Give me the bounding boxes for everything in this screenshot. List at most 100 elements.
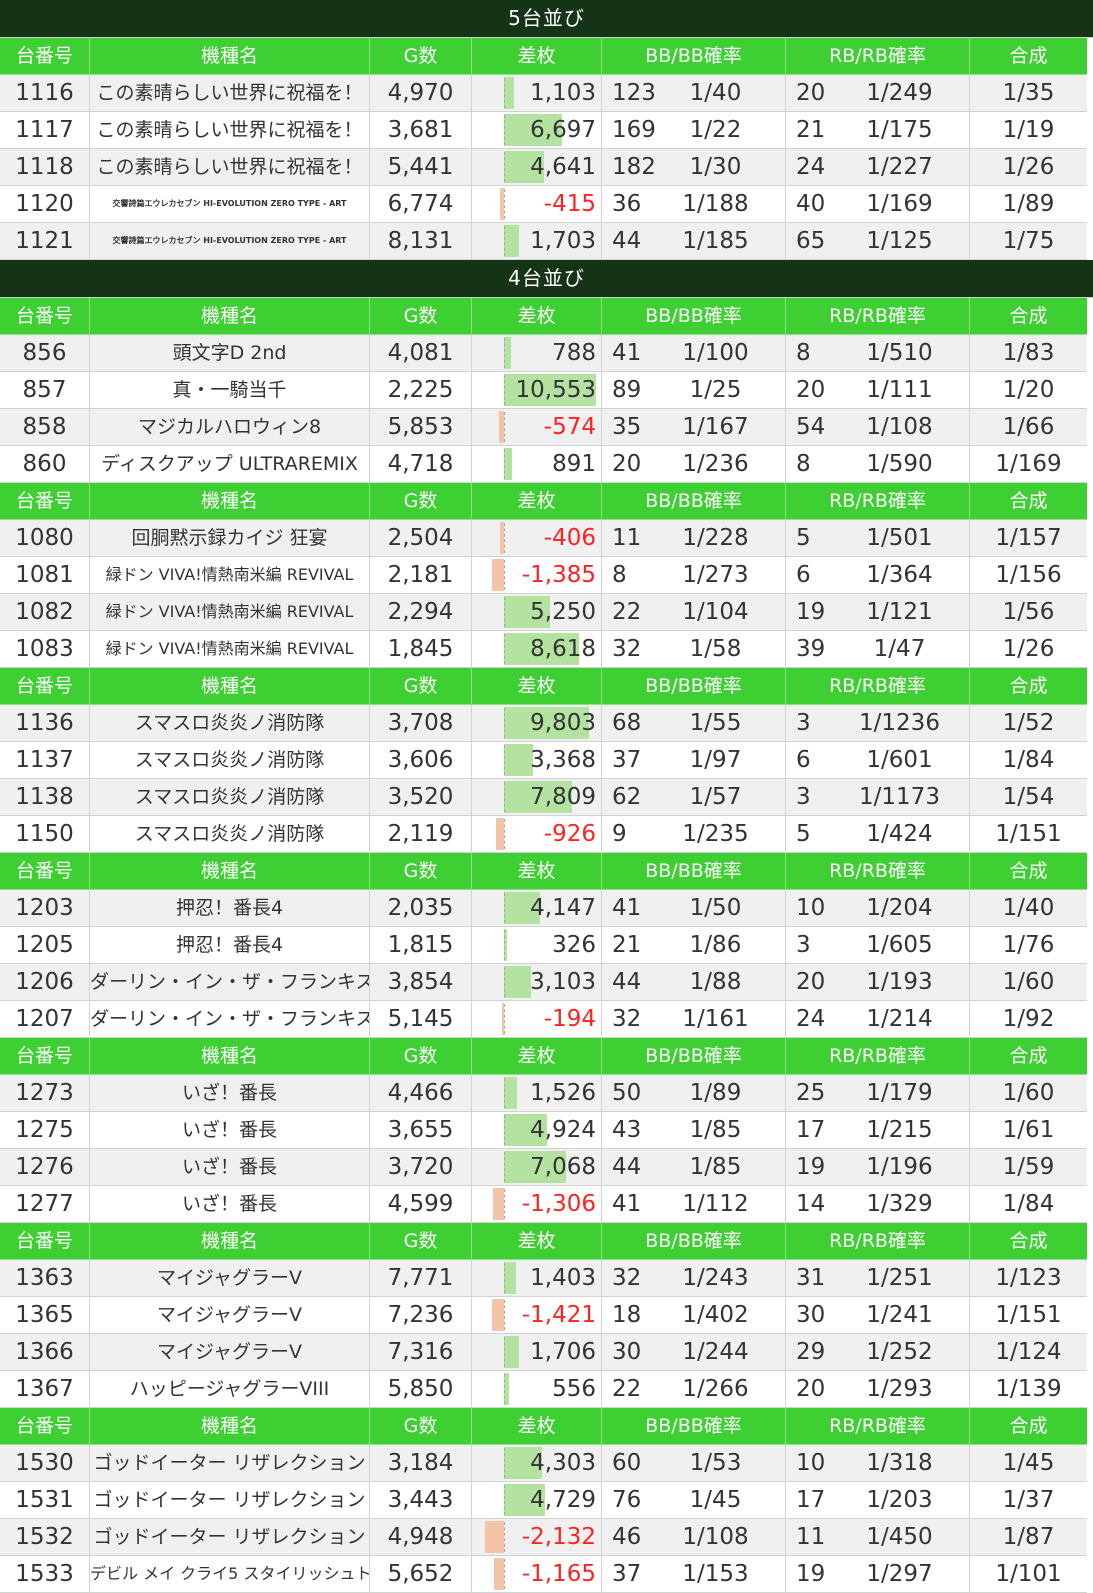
combined-probability: 1/52 xyxy=(970,705,1087,742)
game-count: 2,181 xyxy=(370,557,472,594)
diff-axis xyxy=(504,375,505,405)
rb-probability: 1/424 xyxy=(866,821,933,847)
diff-value: 9,803 xyxy=(530,710,596,736)
header-total: 合成 xyxy=(970,483,1087,520)
header-bb: BB/BB確率 xyxy=(602,1223,786,1260)
machine-name: ゴッドイーター リザレクション xyxy=(90,1519,370,1556)
bb-cell: 50 1/89 xyxy=(602,1075,786,1112)
rb-probability: 1/297 xyxy=(866,1561,933,1587)
rb-cell: 10 1/318 xyxy=(786,1445,970,1482)
game-count: 4,718 xyxy=(370,446,472,483)
diff-axis xyxy=(504,745,505,775)
diff-axis xyxy=(504,1448,505,1478)
rb-count: 10 xyxy=(796,1450,826,1476)
rb-cell: 19 1/297 xyxy=(786,1556,970,1593)
table-row: 1081 緑ドン VIVA!情熱南米編 REVIVAL 2,181 -1,385 8 1/… xyxy=(0,557,1093,594)
rb-count: 20 xyxy=(796,969,826,995)
diff-cell: 1,706 xyxy=(472,1334,602,1371)
rb-count: 3 xyxy=(796,784,811,810)
table-row: 1363 マイジャグラーV 7,771 1,403 32 1/243 31 1/251 1/12… xyxy=(0,1260,1093,1297)
machine-name: この素晴らしい世界に祝福を！ xyxy=(90,75,370,112)
bb-cell: 37 1/153 xyxy=(602,1556,786,1593)
diff-value: 7,068 xyxy=(530,1154,596,1180)
diff-cell: 1,526 xyxy=(472,1075,602,1112)
table-row: 1207 ダーリン・イン・ザ・フランキス 5,145 -194 32 1/161 24 1/2… xyxy=(0,1001,1093,1038)
diff-value: 4,924 xyxy=(530,1117,596,1143)
bb-cell: 21 1/86 xyxy=(602,927,786,964)
machine-name: ディスクアップ ULTRAREMIX xyxy=(90,446,370,483)
header-rb: RB/RB確率 xyxy=(786,298,970,335)
diff-axis xyxy=(504,819,505,849)
bb-probability: 1/89 xyxy=(689,1080,742,1106)
diff-axis xyxy=(504,115,505,145)
combined-probability: 1/26 xyxy=(970,631,1087,668)
header-diff: 差枚 xyxy=(472,38,602,75)
diff-value: 4,147 xyxy=(530,895,596,921)
bb-cell: 32 1/58 xyxy=(602,631,786,668)
diff-bar xyxy=(485,1521,504,1553)
game-count: 6,774 xyxy=(370,186,472,223)
diff-value: 326 xyxy=(552,932,596,958)
bb-count: 68 xyxy=(612,710,642,736)
diff-value: -574 xyxy=(543,414,596,440)
header-name: 機種名 xyxy=(90,1408,370,1445)
machine-name: いざ！番長 xyxy=(90,1112,370,1149)
table-row: 856 頭文字D 2nd 4,081 788 41 1/100 8 1/510 1/83 xyxy=(0,335,1093,372)
diff-cell: -2,132 xyxy=(472,1519,602,1556)
header-name: 機種名 xyxy=(90,298,370,335)
rb-cell: 20 1/293 xyxy=(786,1371,970,1408)
bb-probability: 1/85 xyxy=(689,1154,742,1180)
diff-axis xyxy=(504,1004,505,1034)
rb-probability: 1/329 xyxy=(866,1191,933,1217)
game-count: 3,520 xyxy=(370,779,472,816)
diff-value: 4,729 xyxy=(530,1487,596,1513)
rb-cell: 8 1/510 xyxy=(786,335,970,372)
machine-name: マジカルハロウィン8 xyxy=(90,409,370,446)
rb-probability: 1/501 xyxy=(866,525,933,551)
table-row: 1205 押忍！番長4 1,815 326 21 1/86 3 1/605 1/76 xyxy=(0,927,1093,964)
diff-cell: 6,697 xyxy=(472,112,602,149)
machine-number: 1120 xyxy=(0,186,90,223)
combined-probability: 1/19 xyxy=(970,112,1087,149)
rb-cell: 20 1/249 xyxy=(786,75,970,112)
rb-count: 19 xyxy=(796,1561,826,1587)
diff-axis xyxy=(504,1189,505,1219)
column-header-row: 台番号 機種名 G数 差枚 BB/BB確率 RB/RB確率 合成 xyxy=(0,1223,1093,1260)
combined-probability: 1/89 xyxy=(970,186,1087,223)
header-games: G数 xyxy=(370,1038,472,1075)
diff-cell: 3,103 xyxy=(472,964,602,1001)
rb-cell: 24 1/227 xyxy=(786,149,970,186)
diff-cell: 556 xyxy=(472,1371,602,1408)
bb-cell: 46 1/108 xyxy=(602,1519,786,1556)
header-diff: 差枚 xyxy=(472,1408,602,1445)
machine-name: スマスロ炎炎ノ消防隊 xyxy=(90,816,370,853)
combined-probability: 1/60 xyxy=(970,1075,1087,1112)
header-games: G数 xyxy=(370,668,472,705)
table-row: 1203 押忍！番長4 2,035 4,147 41 1/50 10 1/204 1/40 xyxy=(0,890,1093,927)
machine-number: 1206 xyxy=(0,964,90,1001)
table-row: 1531 ゴッドイーター リザレクション 3,443 4,729 76 1/45 17 1/2… xyxy=(0,1482,1093,1519)
rb-count: 25 xyxy=(796,1080,826,1106)
table-row: 1118 この素晴らしい世界に祝福を！ 5,441 4,641 182 1/30 24 1/2… xyxy=(0,149,1093,186)
bb-probability: 1/185 xyxy=(682,228,749,254)
game-count: 8,131 xyxy=(370,223,472,260)
diff-cell: 4,147 xyxy=(472,890,602,927)
diff-axis xyxy=(504,78,505,108)
diff-axis xyxy=(504,1263,505,1293)
machine-name: スマスロ炎炎ノ消防隊 xyxy=(90,705,370,742)
diff-value: -406 xyxy=(543,525,596,551)
header-diff: 差枚 xyxy=(472,853,602,890)
bb-cell: 32 1/243 xyxy=(602,1260,786,1297)
rb-count: 21 xyxy=(796,117,826,143)
game-count: 5,652 xyxy=(370,1556,472,1593)
game-count: 5,441 xyxy=(370,149,472,186)
diff-value: 1,703 xyxy=(530,228,596,254)
bb-cell: 9 1/235 xyxy=(602,816,786,853)
bb-cell: 123 1/40 xyxy=(602,75,786,112)
combined-probability: 1/40 xyxy=(970,890,1087,927)
rb-cell: 20 1/111 xyxy=(786,372,970,409)
section-title: 5台並び xyxy=(0,0,1093,38)
bb-cell: 43 1/85 xyxy=(602,1112,786,1149)
rb-probability: 1/227 xyxy=(866,154,933,180)
table-row: 1136 スマスロ炎炎ノ消防隊 3,708 9,803 68 1/55 3 1/1236 1/5… xyxy=(0,705,1093,742)
